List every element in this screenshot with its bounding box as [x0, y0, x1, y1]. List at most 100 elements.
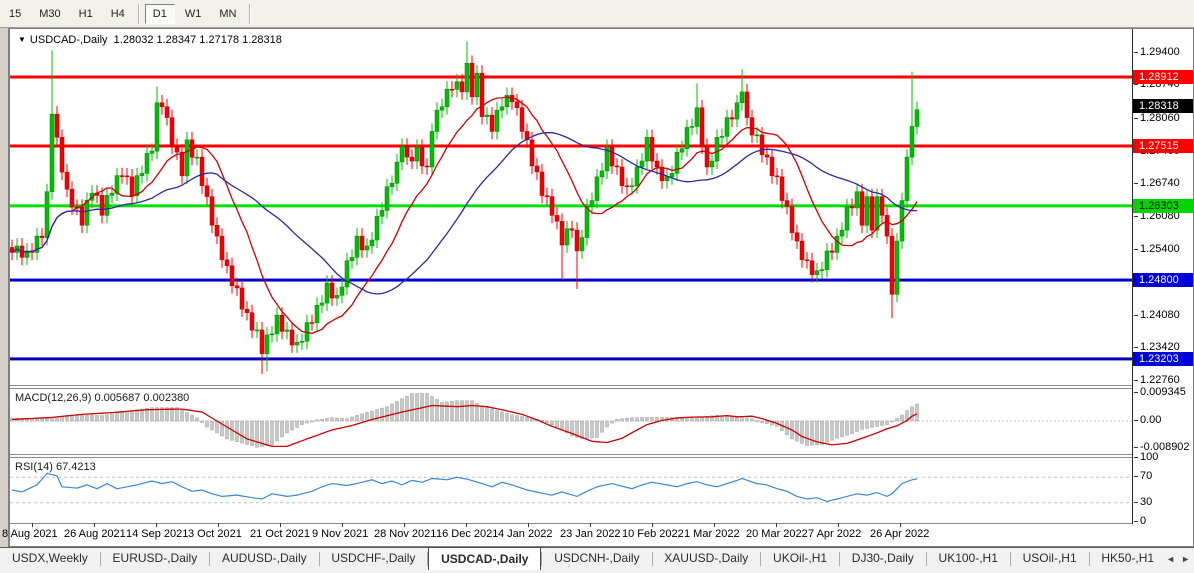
- candle-body: [725, 118, 729, 137]
- macd-histogram-bar: [851, 421, 854, 434]
- macd-histogram-bar: [446, 402, 449, 421]
- price-axis[interactable]: 1.294001.287401.280601.274001.267401.260…: [1133, 29, 1194, 546]
- candle-body: [240, 288, 244, 309]
- candle-body: [450, 89, 454, 90]
- price-level-badge: 1.28912: [1133, 70, 1194, 84]
- candle-body: [840, 230, 844, 236]
- pane-separator[interactable]: [10, 454, 1194, 458]
- candle-body: [750, 118, 754, 136]
- symbol-dropdown-icon[interactable]: ▼: [18, 35, 26, 44]
- candle-body: [755, 135, 759, 136]
- macd-histogram-bar: [481, 406, 484, 421]
- macd-histogram-bar: [506, 413, 509, 421]
- candle-body: [110, 193, 114, 195]
- macd-histogram-bar: [341, 418, 344, 421]
- tab-hk50-h1[interactable]: HK50-,H1: [1089, 548, 1166, 569]
- candle-body: [145, 153, 149, 173]
- candle-body: [155, 103, 159, 151]
- tab-audusd-daily[interactable]: AUDUSD-,Daily: [210, 548, 319, 569]
- tab-usdx-weekly[interactable]: USDX,Weekly: [0, 548, 100, 569]
- macd-axis-label: 0.00: [1140, 414, 1161, 426]
- candle-body: [195, 157, 199, 158]
- timeframe-button-H4[interactable]: H4: [103, 4, 133, 24]
- date-tick: [776, 523, 777, 527]
- candle-body: [320, 303, 324, 305]
- macd-histogram-bar: [891, 421, 894, 422]
- macd-histogram-bar: [656, 417, 659, 421]
- macd-histogram-bar: [131, 411, 134, 421]
- tab-scroll-right-icon[interactable]: ►: [1181, 554, 1190, 564]
- candle-body: [290, 330, 294, 345]
- pane-separator[interactable]: [10, 385, 1194, 389]
- tab-scroll-left-icon[interactable]: ◄: [1166, 554, 1175, 564]
- candle-body: [255, 330, 259, 331]
- timeframe-button-D1[interactable]: D1: [145, 4, 175, 24]
- candle-body: [115, 176, 119, 194]
- candle-body: [830, 251, 834, 252]
- candle-body: [730, 118, 734, 119]
- macd-histogram-bar: [461, 401, 464, 421]
- candle-body: [820, 270, 824, 271]
- macd-histogram-bar: [556, 421, 559, 427]
- candle-body: [760, 135, 764, 155]
- toolbar-separator: [249, 4, 251, 24]
- level-line[interactable]: [10, 204, 1132, 207]
- level-line[interactable]: [10, 357, 1132, 360]
- candle-body: [805, 260, 809, 261]
- candle-body: [625, 186, 629, 187]
- candle-body: [885, 215, 889, 236]
- macd-histogram-bar: [136, 410, 139, 421]
- macd-histogram-bar: [601, 421, 604, 432]
- timeframe-button-MN[interactable]: MN: [211, 4, 244, 24]
- candle-body: [685, 127, 689, 148]
- tab-usdcnh-daily[interactable]: USDCNH-,Daily: [542, 548, 651, 569]
- tab-usdcad-daily[interactable]: USDCAD-,Daily: [428, 547, 541, 570]
- macd-histogram-bar: [621, 419, 624, 421]
- level-line[interactable]: [10, 279, 1132, 282]
- timeframe-button-M30[interactable]: M30: [31, 4, 68, 24]
- tab-ukoil-h1[interactable]: UKOil-,H1: [761, 548, 839, 569]
- tab-eurusd-daily[interactable]: EURUSD-,Daily: [101, 548, 210, 569]
- tab-uk100-h1[interactable]: UK100-,H1: [927, 548, 1010, 569]
- macd-histogram-bar: [431, 397, 434, 421]
- macd-histogram-bar: [871, 421, 874, 427]
- candle-body: [795, 233, 799, 241]
- macd-histogram-bar: [466, 401, 469, 421]
- candle-body: [235, 286, 239, 288]
- candle-body: [275, 315, 279, 334]
- chart-ohlc-values: 1.28032 1.28347 1.27178 1.28318: [114, 34, 282, 46]
- candle-body: [260, 330, 264, 354]
- timeframe-button-15[interactable]: 15: [1, 4, 29, 24]
- price-chart-canvas[interactable]: [10, 29, 1132, 546]
- macd-histogram-bar: [451, 401, 454, 421]
- candle-body: [895, 241, 899, 294]
- date-tick: [218, 523, 219, 527]
- tab-dj30-daily[interactable]: DJ30-,Daily: [840, 548, 926, 569]
- macd-histogram-bar: [511, 415, 514, 421]
- candle-body: [535, 166, 539, 172]
- candle-body: [180, 152, 184, 176]
- date-label: 26 Apr 2022: [870, 528, 929, 540]
- candle-body: [225, 260, 229, 266]
- timeframe-button-H1[interactable]: H1: [71, 4, 101, 24]
- date-label: 14 Sep 2021: [126, 528, 188, 540]
- tab-usoil-h1[interactable]: USOil-,H1: [1011, 548, 1089, 569]
- candle-body: [695, 108, 699, 127]
- candle-body: [455, 82, 459, 90]
- tab-xauusd-daily[interactable]: XAUUSD-,Daily: [652, 548, 760, 569]
- candle-body: [125, 176, 129, 177]
- candle-body: [735, 103, 739, 119]
- macd-histogram-bar: [246, 421, 249, 444]
- candle-body: [720, 136, 724, 137]
- chart-symbol-label: USDCAD-,Daily: [30, 34, 108, 46]
- tab-usdchf-daily[interactable]: USDCHF-,Daily: [319, 548, 427, 569]
- candle-body: [555, 215, 559, 221]
- date-axis[interactable]: 8 Aug 202126 Aug 202114 Sep 20213 Oct 20…: [0, 525, 1194, 546]
- macd-histogram-bar: [641, 418, 644, 421]
- candle-body: [860, 192, 864, 226]
- timeframe-button-W1[interactable]: W1: [177, 4, 210, 24]
- level-line[interactable]: [10, 76, 1132, 79]
- price-tick-label: 1.25400: [1140, 243, 1180, 255]
- price-level-badge: 1.27515: [1133, 139, 1194, 153]
- toolbar-separator: [138, 4, 140, 24]
